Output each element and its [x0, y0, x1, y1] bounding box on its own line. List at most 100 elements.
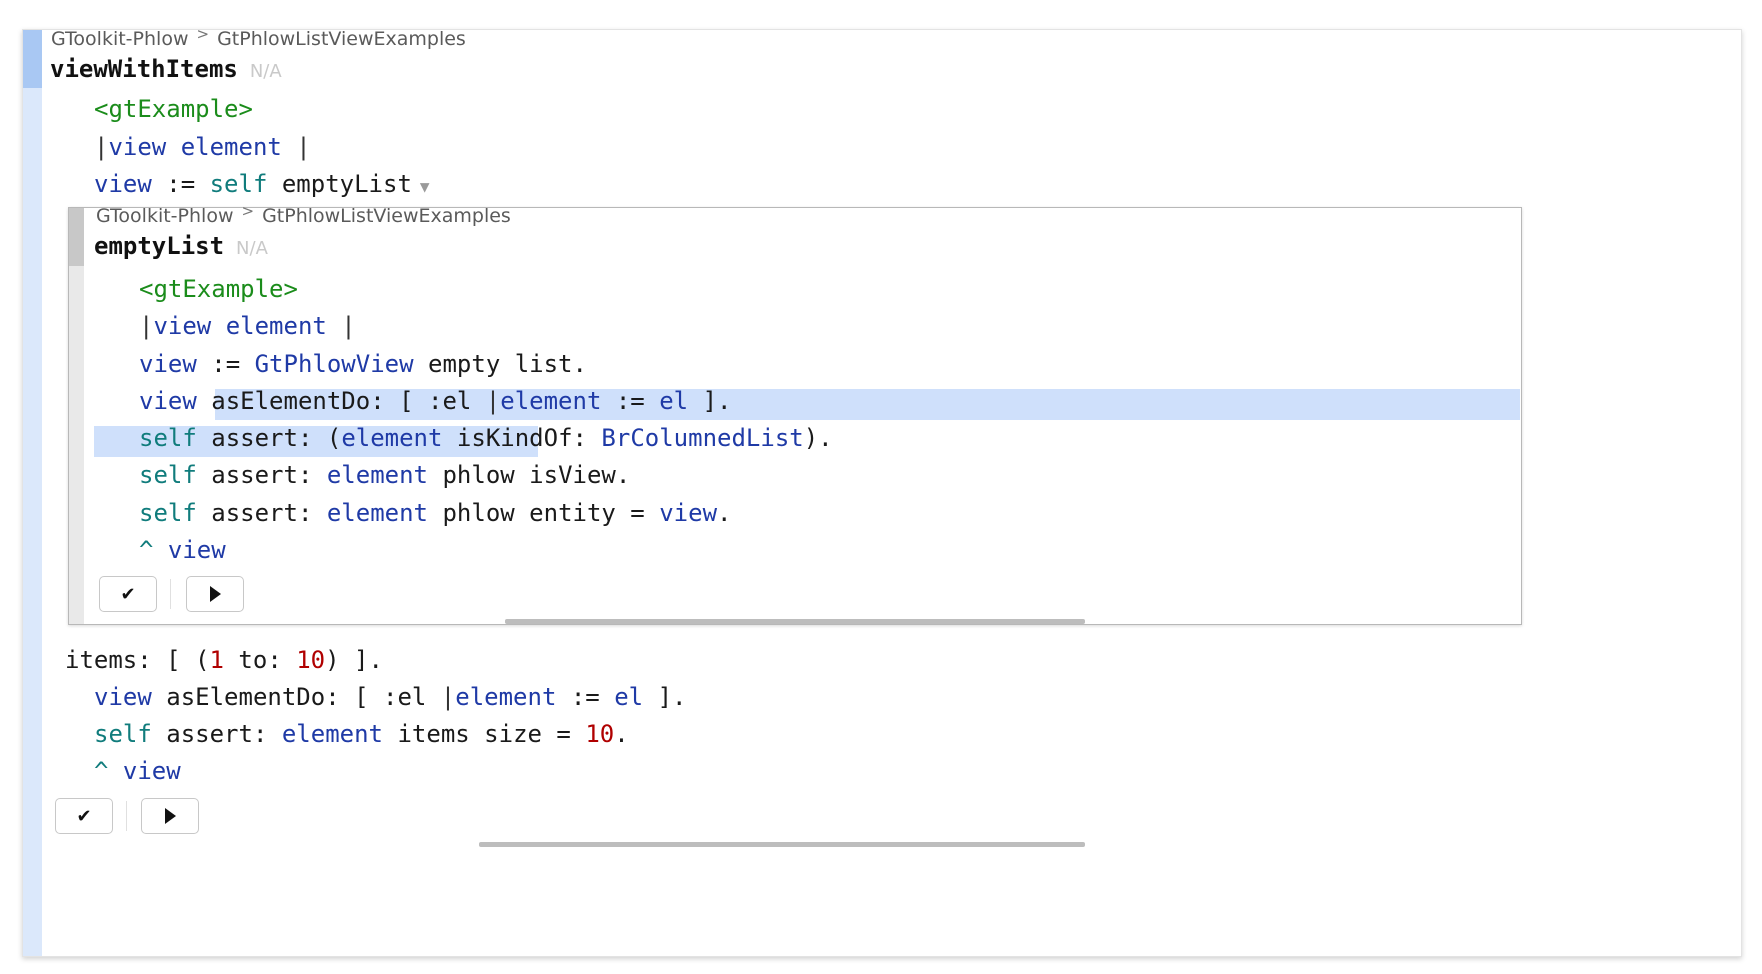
class-BrColumnedList: BrColumnedList: [601, 424, 804, 452]
var-el: el: [614, 683, 644, 711]
outer-breadcrumb: GToolkit-Phlow > GtPhlowListViewExamples: [51, 25, 466, 50]
inner-code-line-3[interactable]: view := GtPhlowView empty list.: [139, 349, 587, 379]
msg-rest: empty list.: [428, 350, 587, 378]
play-icon: [164, 808, 176, 824]
var-view: view: [122, 757, 181, 785]
block-close: ].: [702, 387, 732, 415]
number-10: 10: [296, 646, 326, 674]
inner-code-line-5[interactable]: self assert: (element isKindOf: BrColumn…: [139, 423, 833, 453]
outer-code-line-do[interactable]: view asElementDo: [ :el |element := el ]…: [94, 682, 686, 712]
self-keyword: self: [94, 720, 152, 748]
number-1: 1: [209, 646, 224, 674]
method-status: N/A: [236, 238, 268, 259]
var-view: view: [94, 683, 152, 711]
selector: assert:: [211, 499, 313, 527]
outer-accept-button[interactable]: ✔: [55, 798, 113, 834]
outer-code-line-pragma[interactable]: <gtExample>: [94, 94, 253, 124]
inner-gutter-header: [69, 208, 84, 266]
return-caret: ^: [139, 536, 154, 564]
inner-method-editor: GToolkit-Phlow > GtPhlowListViewExamples e…: [68, 202, 1522, 625]
self-keyword: self: [139, 461, 197, 489]
method-status: N/A: [249, 61, 282, 82]
self-keyword: self: [139, 424, 197, 452]
inner-breadcrumb: GToolkit-Phlow > GtPhlowListViewExamples: [96, 202, 511, 227]
outer-run-button[interactable]: [141, 798, 199, 834]
breadcrumb-package[interactable]: GToolkit-Phlow: [96, 205, 233, 227]
selector: assert:: [211, 424, 313, 452]
temps-close: |: [296, 133, 311, 161]
outer-method-title: viewWithItems N/A: [50, 55, 282, 83]
var-view: view: [94, 170, 152, 198]
var-view: view: [139, 387, 197, 415]
outer-code-line-assign[interactable]: view := self emptyList ▼: [94, 169, 430, 202]
var-view: view: [659, 499, 718, 527]
inner-horizontal-scrollbar[interactable]: [505, 619, 1085, 624]
inner-left-gutter: [69, 208, 84, 624]
selector: asElementDo:: [166, 683, 340, 711]
outer-code-line-return[interactable]: ^ view: [94, 756, 181, 786]
temp-vars: view element: [108, 133, 282, 161]
msg-rest: phlow entity =: [442, 499, 645, 527]
outer-gutter-header: [23, 30, 42, 88]
outer-horizontal-scrollbar[interactable]: [479, 842, 1085, 847]
method-name: emptyList: [94, 232, 225, 260]
var-element: element: [326, 499, 429, 527]
breadcrumb-class[interactable]: GtPhlowListViewExamples: [262, 205, 511, 227]
inner-method-title: emptyList N/A: [94, 232, 268, 260]
var-view: view: [139, 350, 197, 378]
block-pipe: |: [485, 387, 501, 415]
paren-open: (: [326, 424, 342, 452]
block-open: [ :el: [399, 387, 472, 415]
var-el: el: [659, 387, 689, 415]
method-name: viewWithItems: [50, 55, 238, 83]
inner-accept-button[interactable]: ✔: [99, 576, 157, 612]
block-close: ].: [657, 683, 687, 711]
selector-emptyList[interactable]: emptyList: [282, 170, 412, 198]
temps-open: |: [94, 133, 109, 161]
paren-close: ).: [803, 424, 833, 452]
var-element: element: [326, 461, 429, 489]
var-element: element: [500, 387, 602, 415]
var-element: element: [455, 683, 557, 711]
selector: assert:: [166, 720, 268, 748]
inner-code-line-pragma[interactable]: <gtExample>: [139, 274, 298, 304]
msg-rest: phlow isView.: [442, 461, 631, 489]
period: .: [614, 720, 629, 748]
to-keyword: to:: [238, 646, 282, 674]
checkmark-icon: ✔: [120, 583, 136, 604]
outer-code-line-items[interactable]: items: [ (1 to: 10) ].: [65, 645, 383, 675]
assign-op: :=: [166, 170, 196, 198]
outer-code-line-temps[interactable]: |view element |: [94, 132, 311, 162]
selector-isKindOf: isKindOf:: [456, 424, 587, 452]
items-open: [ (: [166, 646, 210, 674]
var-view: view: [167, 536, 226, 564]
assert-rest: items size =: [397, 720, 571, 748]
inner-code-line-7[interactable]: self assert: element phlow entity = view…: [139, 498, 731, 528]
items-keyword: items:: [65, 646, 152, 674]
button-separator: [126, 801, 127, 831]
return-caret: ^: [94, 757, 109, 785]
block-open: [ :el: [354, 683, 427, 711]
button-separator: [170, 579, 171, 609]
inner-code-line-temps[interactable]: |view element |: [139, 311, 356, 341]
play-icon: [209, 586, 221, 602]
outer-left-gutter: [23, 30, 42, 956]
inner-code-line-4[interactable]: view asElementDo: [ :el |element := el ]…: [139, 386, 731, 416]
inner-run-button[interactable]: [186, 576, 244, 612]
inner-code-line-return[interactable]: ^ view: [139, 535, 226, 565]
selector: assert:: [211, 461, 313, 489]
breadcrumb-class[interactable]: GtPhlowListViewExamples: [217, 28, 466, 50]
outer-code-line-assert[interactable]: self assert: element items size = 10.: [94, 719, 629, 749]
items-close: ) ].: [325, 646, 383, 674]
breadcrumb-separator: >: [196, 25, 210, 43]
assign-op: :=: [211, 350, 241, 378]
inner-code-line-6[interactable]: self assert: element phlow isView.: [139, 460, 630, 490]
assign-op: :=: [570, 683, 600, 711]
self-keyword: self: [209, 170, 268, 198]
breadcrumb-separator: >: [241, 202, 255, 220]
assign-op: :=: [615, 387, 645, 415]
breadcrumb-package[interactable]: GToolkit-Phlow: [51, 28, 188, 50]
collapse-triangle-icon[interactable]: ▼: [420, 177, 430, 196]
pragma: <gtExample>: [94, 95, 253, 123]
period: .: [717, 499, 732, 527]
